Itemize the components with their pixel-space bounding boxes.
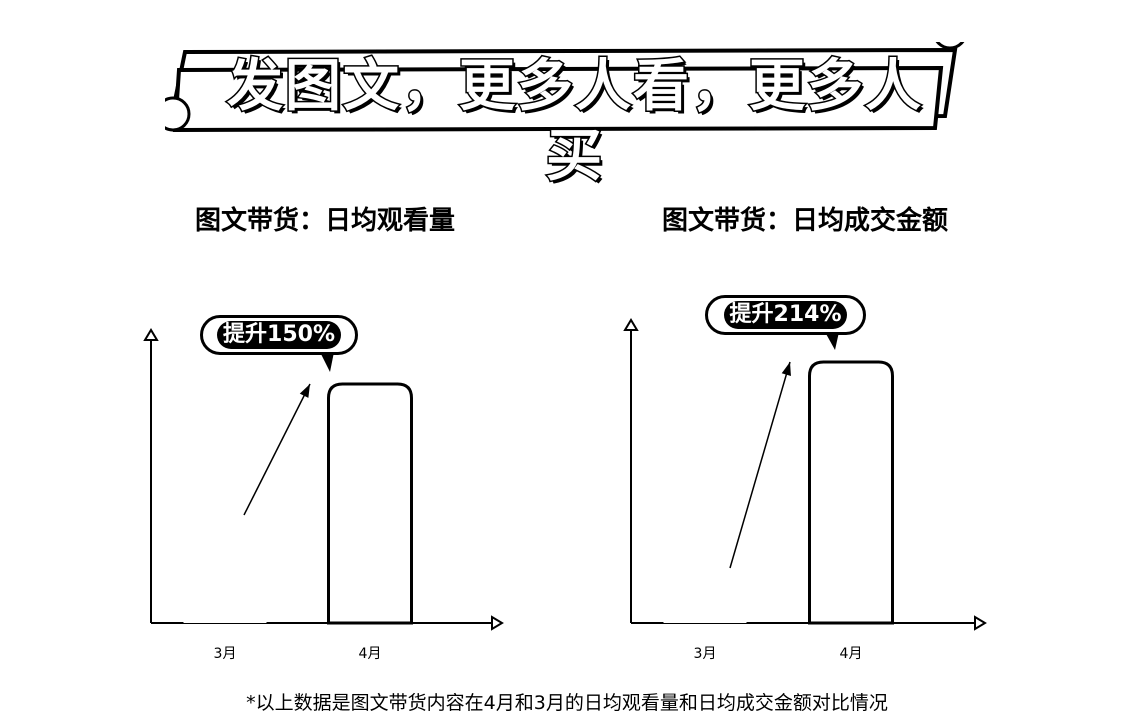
y-axis-arrow-icon bbox=[623, 318, 639, 331]
bar-4月 bbox=[327, 382, 413, 625]
y-axis-arrow-icon bbox=[143, 328, 159, 341]
growth-arrowhead-icon bbox=[781, 362, 791, 376]
footnote: *以上数据是图文带货内容在4月和3月的日均观看量和日均成交金额对比情况 bbox=[246, 692, 888, 714]
charts-canvas: 3月 4月 3月 4月 bbox=[143, 318, 987, 662]
growth-arrow bbox=[243, 383, 311, 516]
growth-arrow bbox=[729, 361, 791, 569]
x-tick-label: 3月 bbox=[694, 646, 717, 662]
annotation-sales: 提升214% bbox=[723, 301, 848, 329]
growth-arrowhead-icon bbox=[299, 384, 310, 398]
annotation-bubble-views: 提升150% bbox=[200, 315, 358, 355]
x-tick-label: 4月 bbox=[840, 646, 863, 662]
annotation-views: 提升150% bbox=[217, 321, 341, 349]
x-tick-label: 4月 bbox=[359, 646, 382, 662]
x-tick-label: 3月 bbox=[214, 646, 237, 662]
annotation-bubble-sales: 提升214% bbox=[705, 295, 866, 335]
bar-3月 bbox=[183, 527, 267, 623]
x-axis-arrow-icon bbox=[974, 615, 987, 631]
bubble-tail bbox=[320, 352, 334, 372]
bar-4月 bbox=[808, 360, 894, 625]
x-axis-arrow-icon bbox=[491, 615, 504, 631]
